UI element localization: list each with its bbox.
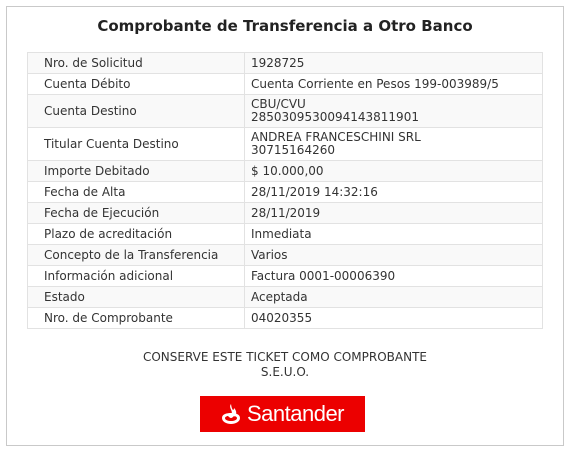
row-value: Varios — [244, 244, 543, 266]
row-value: Factura 0001-00006390 — [244, 265, 543, 287]
row-value: Cuenta Corriente en Pesos 199-003989/5 — [244, 73, 543, 95]
logo-text: Santander — [246, 401, 345, 426]
row-value: 28/11/2019 14:32:16 — [244, 181, 543, 203]
row-value: 1928725 — [244, 52, 543, 74]
row-value: 04020355 — [244, 307, 543, 329]
row-label: Plazo de acreditación — [27, 223, 245, 245]
table-row: Titular Cuenta Destino ANDREA FRANCESCHI… — [27, 127, 543, 161]
details-table: Nro. de Solicitud 1928725 Cuenta Débito … — [27, 52, 543, 329]
notice-text: CONSERVE ESTE TICKET COMO COMPROBANTE S.… — [7, 350, 563, 380]
table-row: Estado Aceptada — [27, 286, 543, 308]
table-row: Nro. de Solicitud 1928725 — [27, 52, 543, 74]
santander-flame-icon — [221, 404, 240, 424]
row-label: Titular Cuenta Destino — [27, 127, 245, 161]
table-row: Cuenta Débito Cuenta Corriente en Pesos … — [27, 73, 543, 95]
notice-line2: S.E.U.O. — [260, 365, 310, 379]
receipt-title: Comprobante de Transferencia a Otro Banc… — [97, 17, 473, 35]
table-row: Cuenta Destino CBU/CVU 28503095300941438… — [27, 94, 543, 128]
row-label: Nro. de Solicitud — [27, 52, 245, 74]
row-value: 28/11/2019 — [244, 202, 543, 224]
row-value-multiline: CBU/CVU 2850309530094143811901 — [244, 94, 543, 128]
table-row: Concepto de la Transferencia Varios — [27, 244, 543, 266]
row-value-line2: 30715164260 — [251, 143, 335, 157]
row-label: Cuenta Débito — [27, 73, 245, 95]
table-row: Fecha de Ejecución 28/11/2019 — [27, 202, 543, 224]
row-label: Concepto de la Transferencia — [27, 244, 245, 266]
table-row: Importe Debitado $ 10.000,00 — [27, 160, 543, 182]
receipt-card: Comprobante de Transferencia a Otro Banc… — [6, 6, 564, 446]
row-value: $ 10.000,00 — [244, 160, 543, 182]
table-row: Nro. de Comprobante 04020355 — [27, 307, 543, 329]
row-value: Inmediata — [244, 223, 543, 245]
row-label: Fecha de Ejecución — [27, 202, 245, 224]
row-value-multiline: ANDREA FRANCESCHINI SRL 30715164260 — [244, 127, 543, 161]
row-label: Nro. de Comprobante — [27, 307, 245, 329]
santander-logo: Santander — [200, 396, 365, 432]
row-value: Aceptada — [244, 286, 543, 308]
row-value-line2: 2850309530094143811901 — [251, 110, 419, 124]
row-label: Cuenta Destino — [27, 94, 245, 128]
row-label: Estado — [27, 286, 245, 308]
row-label: Fecha de Alta — [27, 181, 245, 203]
notice-line1: CONSERVE ESTE TICKET COMO COMPROBANTE — [142, 350, 428, 364]
table-row: Información adicional Factura 0001-00006… — [27, 265, 543, 287]
table-row: Plazo de acreditación Inmediata — [27, 223, 543, 245]
row-label: Importe Debitado — [27, 160, 245, 182]
table-row: Fecha de Alta 28/11/2019 14:32:16 — [27, 181, 543, 203]
row-label: Información adicional — [27, 265, 245, 287]
